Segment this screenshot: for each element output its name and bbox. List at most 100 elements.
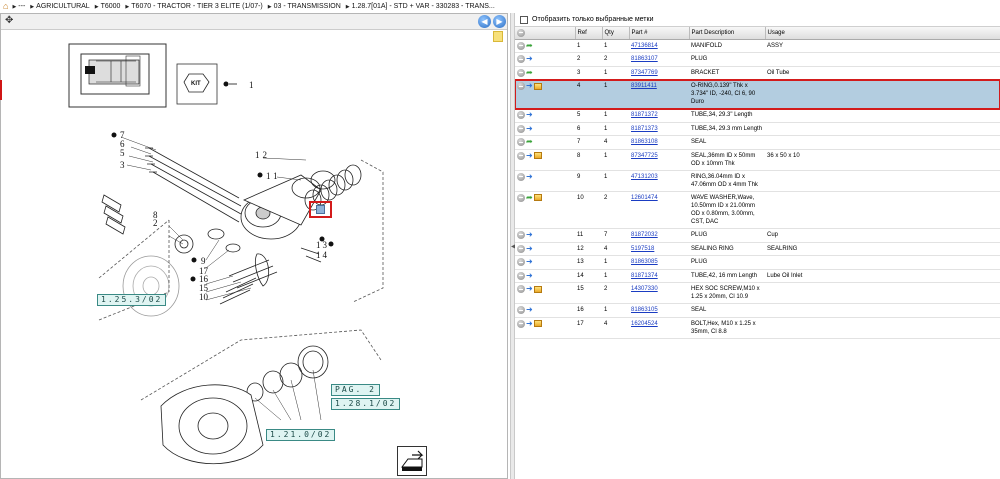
remove-item-icon[interactable] <box>517 111 525 120</box>
column-header-qty[interactable]: Qty <box>602 27 630 40</box>
package-icon[interactable] <box>533 194 542 202</box>
breadcrumb-item[interactable]: 03 - TRANSMISSION <box>268 3 341 10</box>
collapse-all-icon[interactable] <box>517 28 525 37</box>
column-header-part[interactable]: Part # <box>629 27 690 40</box>
remove-item-icon[interactable] <box>517 41 525 50</box>
add-to-cart-blue-arrow-icon[interactable]: ➜ <box>526 55 533 63</box>
add-to-cart-blue-arrow-icon[interactable]: ➜ <box>526 82 533 90</box>
table-row[interactable]: ➜ 12 4 5197518 SEALING RING SEALRING <box>515 242 1000 257</box>
remove-item-icon[interactable] <box>517 151 525 160</box>
remove-item-icon[interactable] <box>517 55 525 64</box>
table-row[interactable]: ➜ 8 1 87347725 SEAL,36mm ID x 50mm OD x 10mm… <box>515 149 1000 171</box>
part-number-link[interactable]: 5197518 <box>631 246 654 252</box>
add-to-cart-green-arrow-icon[interactable]: ➦ <box>526 68 533 77</box>
package-icon[interactable] <box>533 152 542 160</box>
add-to-cart-blue-arrow-icon[interactable]: ➜ <box>526 285 533 293</box>
remove-item-icon[interactable] <box>517 68 525 77</box>
table-row[interactable]: ➜ 6 1 81871373 TUBE,34, 29.3 mm Length <box>515 122 1000 137</box>
column-header-usage[interactable]: Usage <box>765 27 1000 40</box>
table-row[interactable]: ➦ 1 1 47136814 MANIFOLD ASSY <box>515 39 1000 54</box>
cell-description: SEAL,36mm ID x 50mm OD x 10mm Thk <box>689 149 765 171</box>
table-row[interactable]: ➜ 11 7 81872032 PLUG Cup <box>515 228 1000 243</box>
table-row[interactable]: ➜ 16 1 81863105 SEAL <box>515 303 1000 318</box>
callout-link[interactable]: 1.21.0/02 <box>266 429 336 441</box>
part-number-link[interactable]: 81863107 <box>631 56 658 62</box>
add-to-cart-green-arrow-icon[interactable]: ➦ <box>526 41 533 50</box>
remove-item-icon[interactable] <box>517 230 525 239</box>
breadcrumb-item[interactable]: T6000 <box>95 3 121 10</box>
package-icon[interactable] <box>533 285 542 293</box>
table-row[interactable]: ➜ 5 1 81871372 TUBE,34, 29.3" Length <box>515 108 1000 123</box>
column-header-actions[interactable] <box>515 27 576 40</box>
go-to-document-icon[interactable] <box>397 446 427 476</box>
next-page-icon[interactable]: ▶ <box>493 15 506 28</box>
table-row[interactable]: ➜ 13 1 81863085 PLUG <box>515 255 1000 270</box>
part-number-link[interactable]: 14307330 <box>631 286 658 292</box>
part-number-link[interactable]: 87347769 <box>631 70 658 76</box>
add-to-cart-blue-arrow-icon[interactable]: ➜ <box>526 271 533 280</box>
table-row[interactable]: ➦ 7 4 81863108 SEAL <box>515 135 1000 150</box>
table-row[interactable]: ➜ 14 1 81871374 TUBE,42, 16 mm Length Lube Oi… <box>515 269 1000 284</box>
table-row[interactable]: ➦ 10 2 12601474 WAVE WASHER,Wave, 10.50mm ID… <box>515 191 1000 229</box>
remove-item-icon[interactable] <box>517 172 525 181</box>
remove-item-icon[interactable] <box>517 258 525 267</box>
part-number-link[interactable]: 81871374 <box>631 273 658 279</box>
show-selected-only-checkbox[interactable] <box>520 15 528 24</box>
add-to-cart-blue-arrow-icon[interactable]: ➜ <box>526 319 533 328</box>
part-number-link[interactable]: 87347725 <box>631 153 658 159</box>
callout-link[interactable]: 1.25.3/02 <box>97 294 167 306</box>
remove-item-icon[interactable] <box>517 244 525 253</box>
highlighted-part-marker[interactable] <box>309 201 332 218</box>
part-number-link[interactable]: 81863108 <box>631 139 658 145</box>
part-number-link[interactable]: 47131203 <box>631 174 658 180</box>
column-header-description[interactable]: Part Description <box>689 27 766 40</box>
remove-item-icon[interactable] <box>517 138 525 147</box>
remove-item-icon[interactable] <box>517 193 525 202</box>
part-number-link[interactable]: 12601474 <box>631 195 658 201</box>
column-header-ref[interactable]: Ref <box>575 27 603 40</box>
add-to-cart-blue-arrow-icon[interactable]: ➜ <box>526 244 533 253</box>
package-icon[interactable] <box>533 320 542 328</box>
part-number-link[interactable]: 81871372 <box>631 112 658 118</box>
breadcrumb-item[interactable]: 1.28.7[01A] - STD + VAR - 330283 - TRANS… <box>346 3 495 10</box>
add-to-cart-green-arrow-icon[interactable]: ➦ <box>526 138 533 146</box>
callout-link[interactable]: 1.28.1/02 <box>331 398 401 410</box>
table-row[interactable]: ➜ 2 2 81863107 PLUG <box>515 52 1000 67</box>
add-to-cart-blue-arrow-icon[interactable]: ➜ <box>526 306 533 314</box>
part-number-link[interactable]: 47136814 <box>631 43 658 49</box>
add-to-cart-blue-arrow-icon[interactable]: ➜ <box>526 230 533 239</box>
add-to-cart-green-arrow-icon[interactable]: ➦ <box>526 193 533 202</box>
add-to-cart-blue-arrow-icon[interactable]: ➜ <box>526 111 533 119</box>
table-row[interactable]: ➦ 3 1 87347769 BRACKET Oil Tube <box>515 66 1000 81</box>
add-to-cart-blue-arrow-icon[interactable]: ➜ <box>526 124 533 133</box>
table-row[interactable]: ➜ 9 1 47131203 RING,36.04mm ID x 47.06mm OD … <box>515 170 1000 192</box>
package-icon[interactable] <box>533 82 542 90</box>
add-to-cart-blue-arrow-icon[interactable]: ➜ <box>526 172 533 181</box>
part-number-link[interactable]: 81863105 <box>631 307 658 313</box>
home-icon[interactable]: ⌂ <box>3 1 8 11</box>
remove-item-icon[interactable] <box>517 306 525 315</box>
part-number-link[interactable]: 81871373 <box>631 126 658 132</box>
breadcrumb-item[interactable]: T6070 - TRACTOR - TIER 3 ELITE (1/07-) <box>125 3 262 10</box>
part-number-link[interactable]: 81872032 <box>631 232 658 238</box>
breadcrumb-item[interactable]: --- <box>12 3 25 10</box>
add-to-cart-blue-arrow-icon[interactable]: ➜ <box>526 258 533 266</box>
splitter-grip-icon[interactable]: ◀ <box>511 243 516 250</box>
remove-item-icon[interactable] <box>517 319 525 328</box>
table-row[interactable]: ➜ 15 2 14307330 HEX SOC SCREW,M10 x 1.25 x 2… <box>515 282 1000 305</box>
breadcrumb-item[interactable]: AGRICULTURAL <box>30 3 90 10</box>
remove-item-icon[interactable] <box>517 124 525 133</box>
remove-item-icon[interactable] <box>517 271 525 280</box>
add-to-cart-blue-arrow-icon[interactable]: ➜ <box>526 151 533 160</box>
row-actions: ➦ <box>515 66 575 81</box>
part-number-link[interactable]: 81863085 <box>631 259 658 265</box>
remove-item-icon[interactable] <box>517 82 525 91</box>
pan-cross-icon[interactable]: ✥ <box>5 15 13 26</box>
table-row[interactable]: ➜ 4 1 83911411 O-RING,0.139" Thk x 3.734" ID… <box>515 78 1000 110</box>
part-number-link[interactable]: 16204524 <box>631 321 658 327</box>
remove-item-icon[interactable] <box>517 285 525 294</box>
callout-link[interactable]: PAG. 2 <box>331 384 380 396</box>
table-row[interactable]: ➜ 17 4 16204524 BOLT,Hex, M10 x 1.25 x 35mm,… <box>515 317 1000 339</box>
previous-page-icon[interactable]: ◀ <box>478 15 491 28</box>
part-number-link[interactable]: 83911411 <box>631 83 657 89</box>
